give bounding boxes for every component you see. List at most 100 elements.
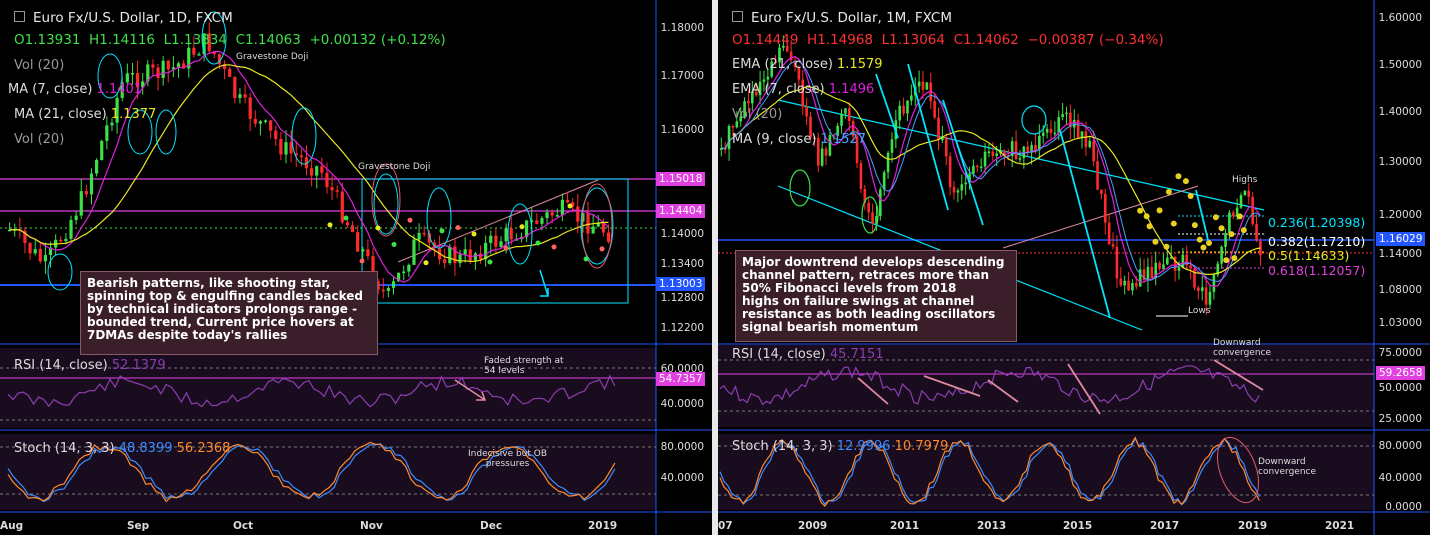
x-tick: Sep [127,520,150,532]
pattern-ellipse [373,173,399,235]
rsi-label: RSI (14, close) [14,358,108,373]
fib-50-label: 0.5(1.14633) [1268,248,1350,263]
change-value: +0.00132 (+0.12%) [309,32,446,48]
signal-dot [1143,213,1150,220]
x-tick: 2017 [1150,520,1180,532]
daily-candle [33,249,37,254]
monthly-candle [867,202,870,213]
rsi-tick: 50.0000 [1378,382,1422,394]
arrow-icon [539,269,549,297]
monthly-candle [995,153,998,156]
daily-candle [79,191,83,216]
monthly-candle [1092,140,1095,162]
daily-candle [130,73,135,75]
daily-candle [100,140,104,160]
monthly-candle [1255,224,1258,241]
monthly-candle [847,108,851,122]
rsi-legend: RSI (14, close) 45.7151 [732,347,884,362]
price-tick: 1.30000 [1378,156,1422,168]
collapse-icon[interactable] [14,11,25,22]
daily-candle [228,68,232,78]
high-value: H1.14116 [89,32,156,48]
daily-candle [550,212,554,216]
daily-candle [330,187,334,191]
signal-dot [1163,243,1170,250]
monthly-candle [933,101,936,118]
daily-candle [320,166,324,173]
doji-ellipse [371,163,401,237]
daily-candle [560,199,565,216]
monthly-candle [944,136,948,157]
callout-pointer [1002,185,1199,249]
ema21-line [721,85,1261,275]
monthly-candle [975,165,979,168]
stoch-k-value: 48.8399 [118,441,173,456]
daily-candle [274,130,278,139]
monthly-candle [1197,287,1200,292]
monthly-candle [1084,131,1088,148]
signal-dot [1236,213,1243,220]
monthly-candle [1243,190,1247,196]
daily-candle [381,289,385,292]
low-value: L1.13834 [163,32,227,48]
daily-candle [535,220,539,224]
price-tag-resistance: 1.15018 [656,172,706,186]
daily-candle [361,249,365,252]
monthly-candle [1189,265,1192,269]
daily-candle [473,253,477,261]
price-tick: 1.13400 [660,258,704,270]
monthly-candle [871,212,874,224]
daily-candle [478,253,483,260]
fib-382-label: 0.382(1.17210) [1268,234,1366,249]
daily-candle [28,242,32,254]
pattern-ellipse [426,187,452,249]
ma9-indicator: MA (9, close) 1.1527 [732,132,866,147]
daily-candle [156,67,160,78]
daily-candle [417,232,421,240]
pattern-ellipse [155,109,177,155]
daily-candle [64,238,68,242]
daily-candle [74,215,78,220]
monthly-candle [925,82,929,90]
daily-candle [69,219,73,239]
signal-dot [1182,178,1189,185]
stoch-d-value: 10.7979 [894,439,949,454]
highs-label: Highs [1232,175,1258,185]
daily-candle [238,94,242,99]
signal-dot [455,225,461,231]
monthly-candle [805,106,808,117]
monthly-candle [1053,132,1057,135]
collapse-icon[interactable] [732,11,743,22]
monthly-candle [890,139,894,153]
monthly-candle [964,182,967,185]
ma7-label: MA (7, close) [8,82,93,97]
daily-candle [422,232,426,235]
daily-chart-title: Euro Fx/U.S. Dollar, 1D, FXCM [14,10,233,26]
price-tick: 1.14000 [1378,248,1422,260]
signal-dot [471,231,477,237]
trend-arrow-icon [875,73,899,139]
daily-candle [463,249,467,255]
vol-indicator-label: Vol (20) [14,58,65,73]
monthly-candle [879,189,882,217]
daily-candle [540,218,544,224]
signal-dot [1191,222,1198,229]
rsi-tag: 54.7357 [656,372,706,386]
stoch-label: Stoch (14, 3, 3) [732,439,833,454]
stoch-label: Stoch (14, 3, 3) [14,441,115,456]
pattern-ellipse [861,196,879,234]
signal-dot [439,228,445,234]
monthly-chart-panel[interactable]: Euro Fx/U.S. Dollar, 1M, FXCM O1.14449 H… [718,0,1430,535]
price-tick: 1.16000 [660,124,704,136]
daily-candle [366,249,370,257]
vol-indicator-label-2: Vol (20) [14,132,65,147]
signal-dot [1137,207,1144,214]
ema21-label: EMA (21, close) [732,57,833,72]
daily-chart-panel[interactable]: Euro Fx/U.S. Dollar, 1D, FXCM O1.13931 H… [0,0,712,535]
signal-dot [1165,188,1172,195]
price-tick: 1.17000 [660,70,704,82]
signal-dot [343,215,349,221]
price-tick: 1.03000 [1378,317,1422,329]
stoch-legend: Stoch (14, 3, 3) 12.9996 10.7979 [732,439,948,454]
price-tick: 1.12200 [660,322,704,334]
